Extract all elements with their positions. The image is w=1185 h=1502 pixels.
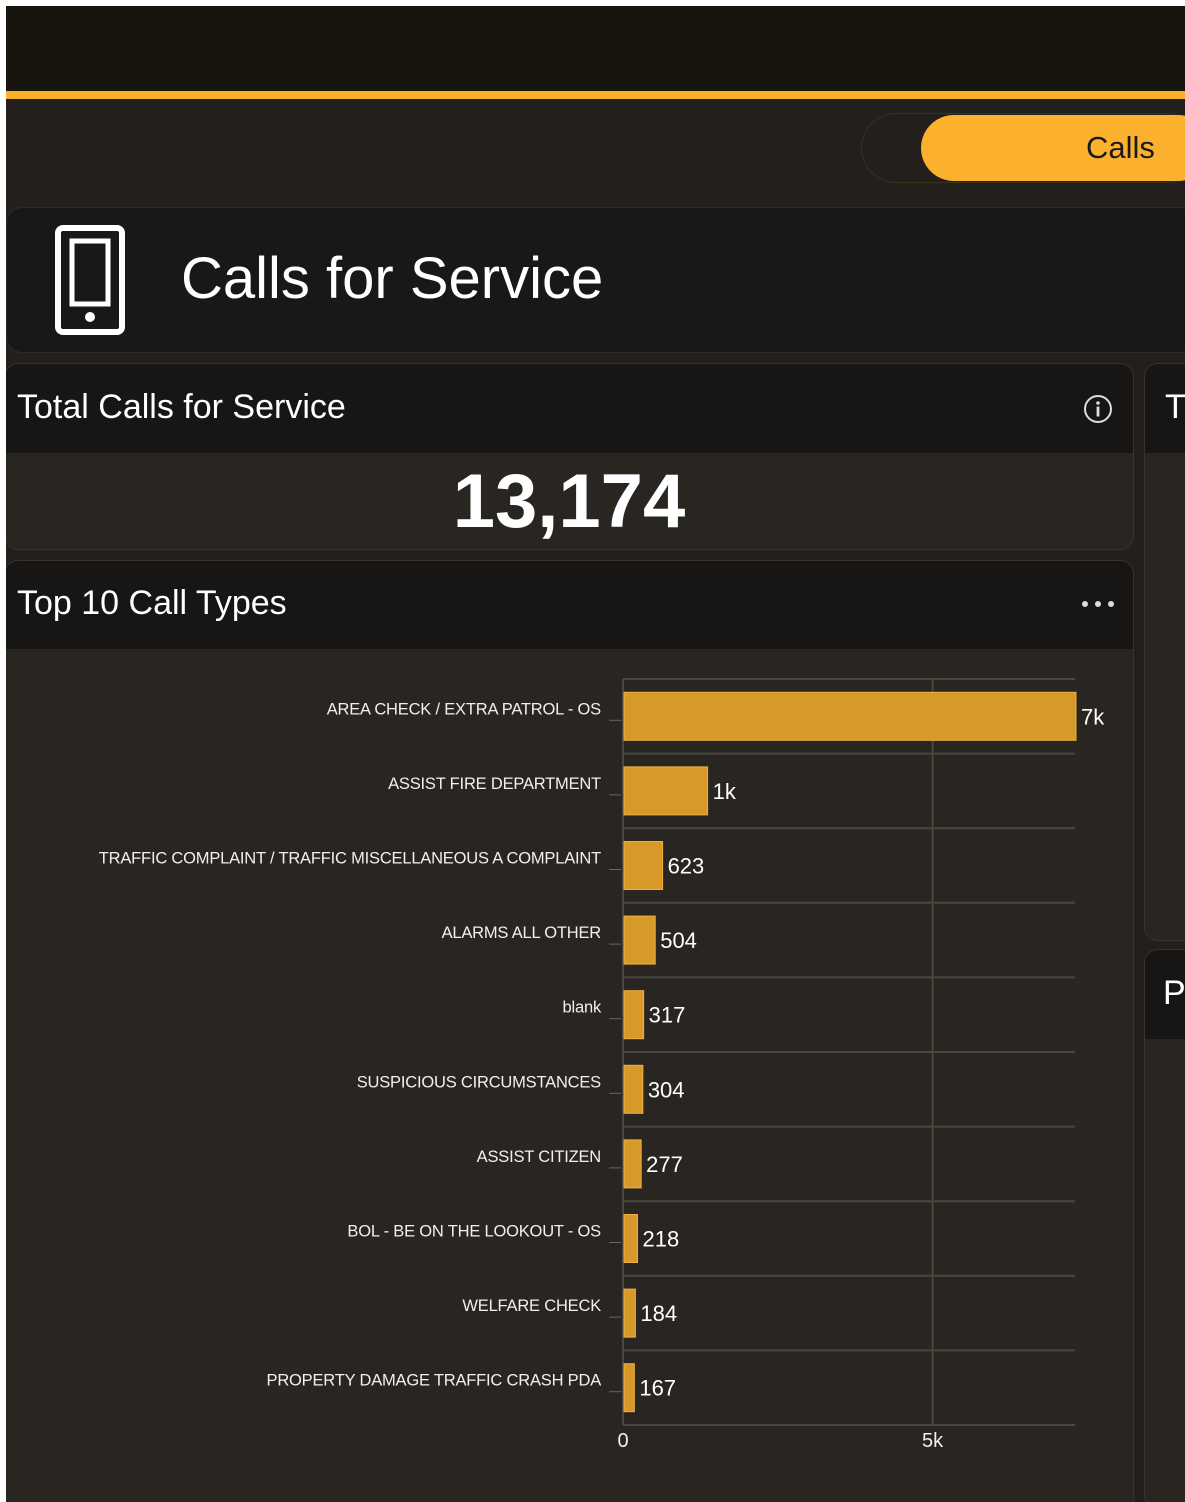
category-label: AREA CHECK / EXTRA PATROL - OS xyxy=(327,700,601,718)
bar xyxy=(623,766,709,816)
category-label: SUSPICIOUS CIRCUMSTANCES xyxy=(357,1073,601,1091)
info-icon[interactable] xyxy=(1083,394,1113,424)
category-label: WELFARE CHECK xyxy=(462,1297,601,1315)
page-header: Calls for Service xyxy=(6,207,1185,353)
top-call-types-card: Top 10 Call Types AREA CHECK / EXTRA PAT… xyxy=(6,560,1134,1502)
bar xyxy=(623,990,645,1040)
bar xyxy=(623,1139,642,1189)
category-label: ASSIST CITIZEN xyxy=(477,1148,601,1166)
category-label: BOL - BE ON THE LOOKOUT - OS xyxy=(347,1223,601,1241)
bar xyxy=(623,691,1077,741)
total-calls-card: Total Calls for Service 13,174 xyxy=(6,363,1134,550)
category-label: ALARMS ALL OTHER xyxy=(442,924,602,942)
category-label: TRAFFIC COMPLAINT / TRAFFIC MISCELLANEOU… xyxy=(99,850,601,868)
calls-toggle-button[interactable]: Calls xyxy=(921,115,1185,181)
x-tick-label: 0 xyxy=(617,1430,628,1452)
page-title: Calls for Service xyxy=(181,246,604,311)
bar xyxy=(623,1288,636,1338)
data-label: 1k xyxy=(713,779,737,804)
category-label: blank xyxy=(563,999,602,1017)
bar xyxy=(623,1214,638,1263)
bar-chart: AREA CHECK / EXTRA PATROL - OS 7k ASSIST F… xyxy=(99,678,1105,1452)
total-calls-value: 13,174 xyxy=(452,459,686,544)
bar xyxy=(623,841,664,890)
data-label: 504 xyxy=(660,928,697,953)
bar xyxy=(623,915,656,965)
data-label: 184 xyxy=(640,1301,677,1326)
phone-icon xyxy=(55,225,125,335)
dashboard: Calls Calls for Service Total Calls for … xyxy=(6,6,1185,1502)
x-tick-label: 5k xyxy=(922,1430,944,1452)
category-label: PROPERTY DAMAGE TRAFFIC CRASH PDA xyxy=(267,1372,602,1390)
bar xyxy=(623,1064,644,1114)
top-bar xyxy=(6,6,1185,91)
data-label: 167 xyxy=(639,1376,676,1401)
side-card-top-title: T xyxy=(1165,388,1185,426)
bar xyxy=(623,1363,635,1413)
side-card-bottom-title: P xyxy=(1163,974,1185,1012)
data-label: 317 xyxy=(649,1003,686,1028)
total-calls-title: Total Calls for Service xyxy=(17,388,346,426)
side-card-bottom: P xyxy=(1144,949,1185,1502)
category-label: ASSIST FIRE DEPARTMENT xyxy=(388,775,601,793)
data-label: 304 xyxy=(648,1077,685,1102)
side-card-top: T xyxy=(1144,363,1185,941)
data-label: 218 xyxy=(642,1227,679,1252)
data-label: 277 xyxy=(646,1152,683,1177)
data-label: 623 xyxy=(668,854,705,879)
accent-line xyxy=(6,91,1185,99)
data-label: 7k xyxy=(1081,704,1105,729)
